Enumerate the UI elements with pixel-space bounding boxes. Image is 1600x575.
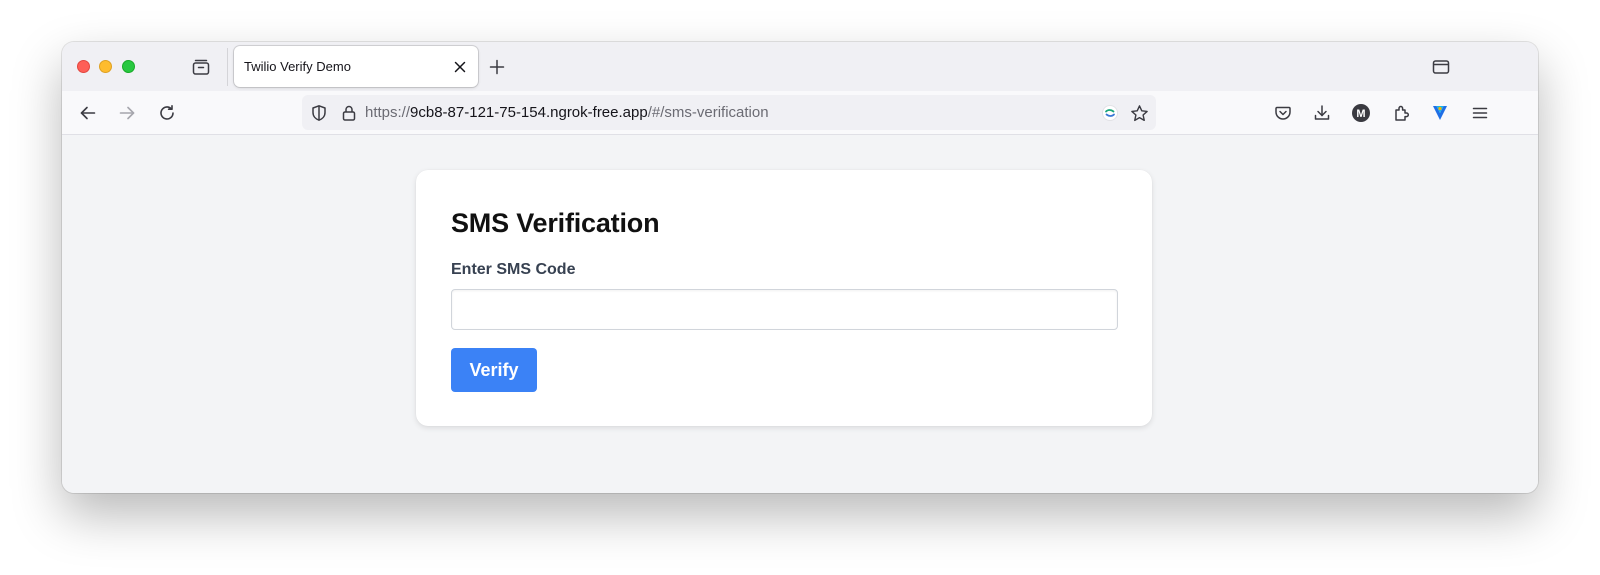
page-title: SMS Verification	[451, 208, 660, 238]
pocket-icon[interactable]	[1271, 101, 1295, 125]
window-list-icon[interactable]	[1430, 56, 1452, 78]
url-host: 9cb8-87-121-75-154.ngrok-free.app	[410, 104, 648, 121]
tab-title: Twilio Verify Demo	[244, 59, 351, 74]
star-icon[interactable]	[1129, 103, 1149, 123]
sms-code-label: Enter SMS Code	[451, 261, 576, 278]
tab-manager-icon[interactable]	[190, 56, 212, 78]
verification-card: SMS Verification Enter SMS Code Verify	[416, 170, 1152, 426]
plus-icon[interactable]	[486, 56, 508, 78]
tab-active[interactable]: Twilio Verify Demo	[234, 46, 478, 87]
puzzle-icon[interactable]	[1389, 101, 1413, 125]
translate-icon[interactable]	[1100, 103, 1120, 123]
url-path: /#/sms-verification	[647, 104, 769, 121]
close-window-button[interactable]	[77, 60, 90, 73]
url-bar[interactable]: https://9cb8-87-121-75-154.ngrok-free.ap…	[302, 95, 1156, 130]
hamburger-menu-icon[interactable]	[1468, 101, 1492, 125]
arrow-right-icon[interactable]	[115, 101, 139, 125]
maximize-window-button[interactable]	[122, 60, 135, 73]
extension-logo-icon[interactable]	[1428, 101, 1452, 125]
arrow-left-icon[interactable]	[76, 101, 100, 125]
shield-icon[interactable]	[309, 103, 329, 123]
browser-window: Twilio Verify Demo https://9cb8-87-121-7…	[62, 42, 1538, 493]
minimize-window-button[interactable]	[99, 60, 112, 73]
reload-icon[interactable]	[155, 101, 179, 125]
account-icon[interactable]: M	[1349, 101, 1373, 125]
page-content: SMS Verification Enter SMS Code Verify	[62, 135, 1538, 493]
account-initial: M	[1356, 108, 1365, 120]
navigation-toolbar: https://9cb8-87-121-75-154.ngrok-free.ap…	[62, 91, 1538, 135]
close-icon[interactable]	[452, 59, 468, 75]
download-icon[interactable]	[1310, 101, 1334, 125]
lock-icon[interactable]	[339, 103, 359, 123]
url-scheme: https://	[365, 104, 411, 121]
url-text[interactable]: https://9cb8-87-121-75-154.ngrok-free.ap…	[365, 104, 769, 121]
tab-separator	[227, 48, 228, 86]
verify-button[interactable]: Verify	[451, 348, 537, 392]
sms-code-input[interactable]	[451, 289, 1118, 330]
tab-strip: Twilio Verify Demo	[62, 42, 1538, 91]
